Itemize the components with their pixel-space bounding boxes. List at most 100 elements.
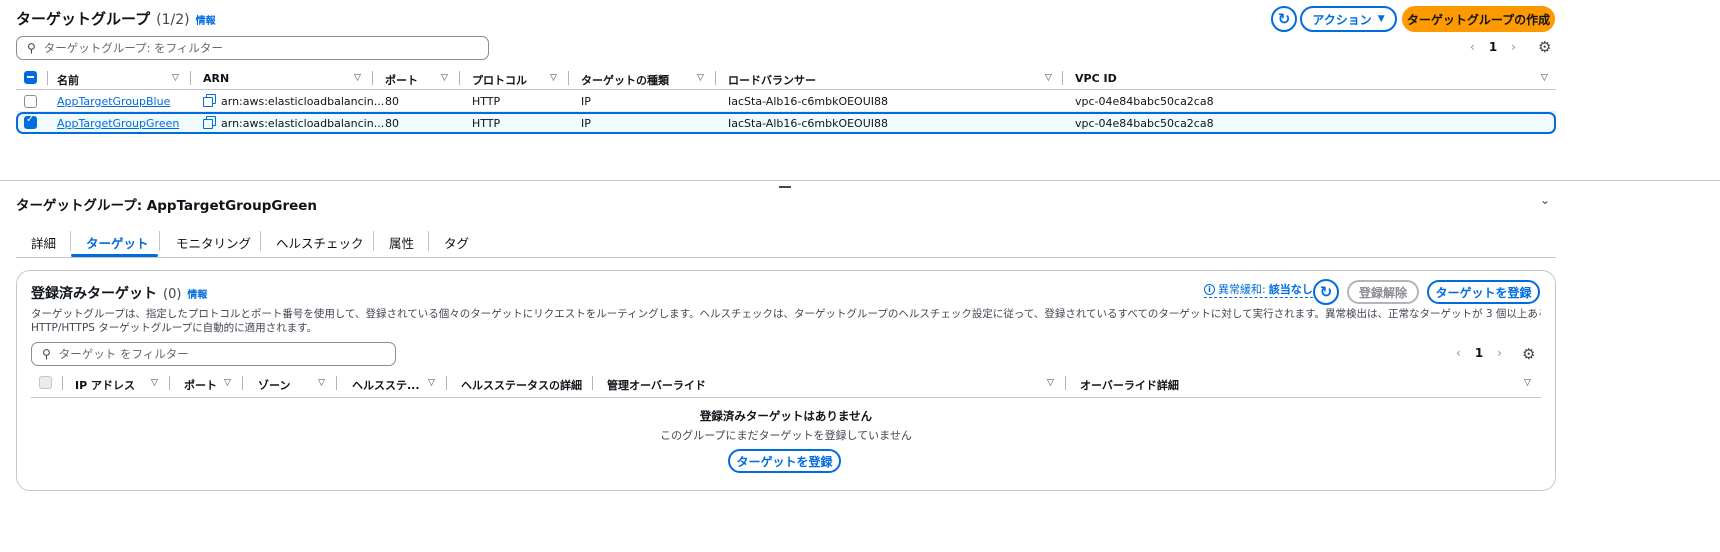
sort-caret-icon[interactable]: ▽ xyxy=(428,378,435,388)
col-override-details[interactable]: オーバーライド詳細 xyxy=(1080,377,1179,393)
next-page-icon[interactable]: › xyxy=(1497,346,1502,360)
actions-label: アクション xyxy=(1312,12,1372,27)
sort-caret-icon[interactable]: ▽ xyxy=(151,378,158,388)
empty-state-title: 登録済みターゲットはありません xyxy=(699,409,873,423)
create-target-group-button[interactable]: ターゲットグループの作成 xyxy=(1402,6,1555,32)
sort-caret-icon[interactable]: ▽ xyxy=(1524,378,1531,388)
sort-caret-icon[interactable]: ▽ xyxy=(697,73,704,83)
settings-gear-icon[interactable]: ⚙ xyxy=(1538,38,1551,56)
col-ip-address[interactable]: IP アドレス xyxy=(75,377,135,393)
vpc-cell: vpc-04e84babc50ca2ca8 xyxy=(1075,117,1214,130)
protocol-cell: HTTP xyxy=(472,117,501,130)
col-health-status-details[interactable]: ヘルスステータスの詳細 xyxy=(461,377,582,393)
top-pagination: ‹ 1 › xyxy=(1470,40,1516,54)
register-label: ターゲットを登録 xyxy=(1435,285,1532,300)
refresh-button[interactable]: ↻ xyxy=(1313,279,1339,305)
register-targets-button[interactable]: ターゲットを登録 xyxy=(1427,280,1540,304)
col-arn[interactable]: ARN xyxy=(203,72,229,85)
empty-state-subtitle: このグループにまだターゲットを登録していません xyxy=(660,429,912,442)
deregister-button[interactable]: 登録解除 xyxy=(1347,280,1419,304)
empty-register-label: ターゲットを登録 xyxy=(736,454,833,469)
registered-description: ターゲットグループは、指定したプロトコルとポート番号を使用して、登録されている個… xyxy=(31,307,1541,335)
target-group-name-link[interactable]: AppTargetGroupGreen xyxy=(57,117,179,130)
anomaly-mitigation-link[interactable]: i 異常緩和: 該当なし xyxy=(1204,281,1313,298)
col-health-status[interactable]: ヘルスステ... xyxy=(352,377,420,393)
split-divider[interactable] xyxy=(0,180,1720,181)
sort-caret-icon[interactable]: ▽ xyxy=(550,73,557,83)
sort-caret-icon[interactable]: ▽ xyxy=(441,73,448,83)
search-icon: ⚲ xyxy=(27,41,36,55)
next-page-icon[interactable]: › xyxy=(1511,40,1516,54)
collapse-chevron-icon[interactable]: ⌄ xyxy=(1540,193,1550,207)
prev-page-icon[interactable]: ‹ xyxy=(1456,346,1461,360)
mitigation-value: 該当なし xyxy=(1268,283,1313,296)
targets-pagination: ‹ 1 › xyxy=(1456,346,1502,360)
target-type-cell: IP xyxy=(581,117,591,130)
tab-tags[interactable]: タグ xyxy=(444,233,469,252)
tab-targets[interactable]: ターゲット xyxy=(86,233,149,252)
copy-icon[interactable] xyxy=(203,94,216,107)
sort-caret-icon[interactable]: ▽ xyxy=(354,73,361,83)
actions-button[interactable]: アクション ▼ xyxy=(1300,6,1397,32)
sort-caret-icon[interactable]: ▽ xyxy=(1047,378,1054,388)
resize-handle-icon[interactable] xyxy=(779,186,791,188)
target-group-filter-input[interactable] xyxy=(43,41,459,55)
col-port[interactable]: ポート xyxy=(184,377,217,393)
arn-cell: arn:aws:elasticloadbalancin... xyxy=(221,117,385,130)
sort-caret-icon[interactable]: ▽ xyxy=(318,378,325,388)
refresh-icon: ↻ xyxy=(1277,10,1291,28)
col-zone[interactable]: ゾーン xyxy=(258,377,290,393)
page-number[interactable]: 1 xyxy=(1489,40,1497,54)
port-cell: 80 xyxy=(385,95,399,108)
deregister-label: 登録解除 xyxy=(1358,285,1407,300)
registered-targets-title: 登録済みターゲット xyxy=(31,286,157,302)
checkmark-icon: ✓ xyxy=(26,114,35,125)
info-link[interactable]: 情報 xyxy=(187,286,207,301)
load-balancer-cell: IacSta-Alb16-c6mbkOEOUI88 xyxy=(728,117,888,130)
load-balancer-cell: IacSta-Alb16-c6mbkOEOUI88 xyxy=(728,95,888,108)
target-type-cell: IP xyxy=(581,95,591,108)
arn-cell: arn:aws:elasticloadbalancin... xyxy=(221,95,385,108)
target-group-name-link[interactable]: AppTargetGroupBlue xyxy=(57,95,170,108)
col-target-type[interactable]: ターゲットの種類 xyxy=(581,72,669,88)
prev-page-icon[interactable]: ‹ xyxy=(1470,40,1475,54)
col-admin-override[interactable]: 管理オーバーライド xyxy=(607,377,706,393)
target-filter[interactable]: ⚲ xyxy=(31,342,396,366)
sort-caret-icon[interactable]: ▽ xyxy=(1045,73,1052,83)
tab-monitoring[interactable]: モニタリング xyxy=(176,233,251,252)
refresh-icon: ↻ xyxy=(1319,283,1333,301)
refresh-button[interactable]: ↻ xyxy=(1271,6,1297,32)
description-line-2: HTTP/HTTPS ターゲットグループに自動的に適用されます。 xyxy=(31,322,318,334)
row-checkbox[interactable]: ✓ xyxy=(24,114,37,129)
info-circle-icon: i xyxy=(1204,283,1215,295)
vpc-cell: vpc-04e84babc50ca2ca8 xyxy=(1075,95,1214,108)
page-title: ターゲットグループ xyxy=(16,10,151,28)
col-name[interactable]: 名前 xyxy=(57,72,79,88)
col-load-balancer[interactable]: ロードバランサー xyxy=(728,72,816,88)
target-filter-input[interactable] xyxy=(58,347,377,361)
protocol-cell: HTTP xyxy=(472,95,501,108)
tab-attributes[interactable]: 属性 xyxy=(389,233,414,252)
caret-down-icon: ▼ xyxy=(1377,14,1385,24)
sort-caret-icon[interactable]: ▽ xyxy=(172,73,179,83)
col-protocol[interactable]: プロトコル xyxy=(472,72,527,88)
sort-caret-icon[interactable]: ▽ xyxy=(1541,73,1548,83)
row-checkbox[interactable] xyxy=(24,95,37,108)
sort-caret-icon[interactable]: ▽ xyxy=(224,378,231,388)
target-group-filter[interactable]: ⚲ xyxy=(16,36,489,60)
select-all-checkbox[interactable] xyxy=(24,71,37,84)
page-number[interactable]: 1 xyxy=(1475,346,1483,360)
info-link[interactable]: 情報 xyxy=(196,12,216,27)
registered-count: (0) xyxy=(163,287,182,302)
col-vpc-id[interactable]: VPC ID xyxy=(1075,72,1117,85)
tab-details[interactable]: 詳細 xyxy=(31,233,56,252)
select-all-checkbox xyxy=(39,376,52,389)
search-icon: ⚲ xyxy=(42,347,51,361)
copy-icon[interactable] xyxy=(203,116,216,129)
col-port[interactable]: ポート xyxy=(385,72,418,88)
target-groups-header: ターゲットグループ (1/2) 情報 xyxy=(16,8,216,29)
settings-gear-icon[interactable]: ⚙ xyxy=(1522,345,1535,363)
empty-register-targets-button[interactable]: ターゲットを登録 xyxy=(728,449,841,473)
tab-health-check[interactable]: ヘルスチェック xyxy=(276,233,364,252)
create-label: ターゲットグループの作成 xyxy=(1406,12,1551,27)
